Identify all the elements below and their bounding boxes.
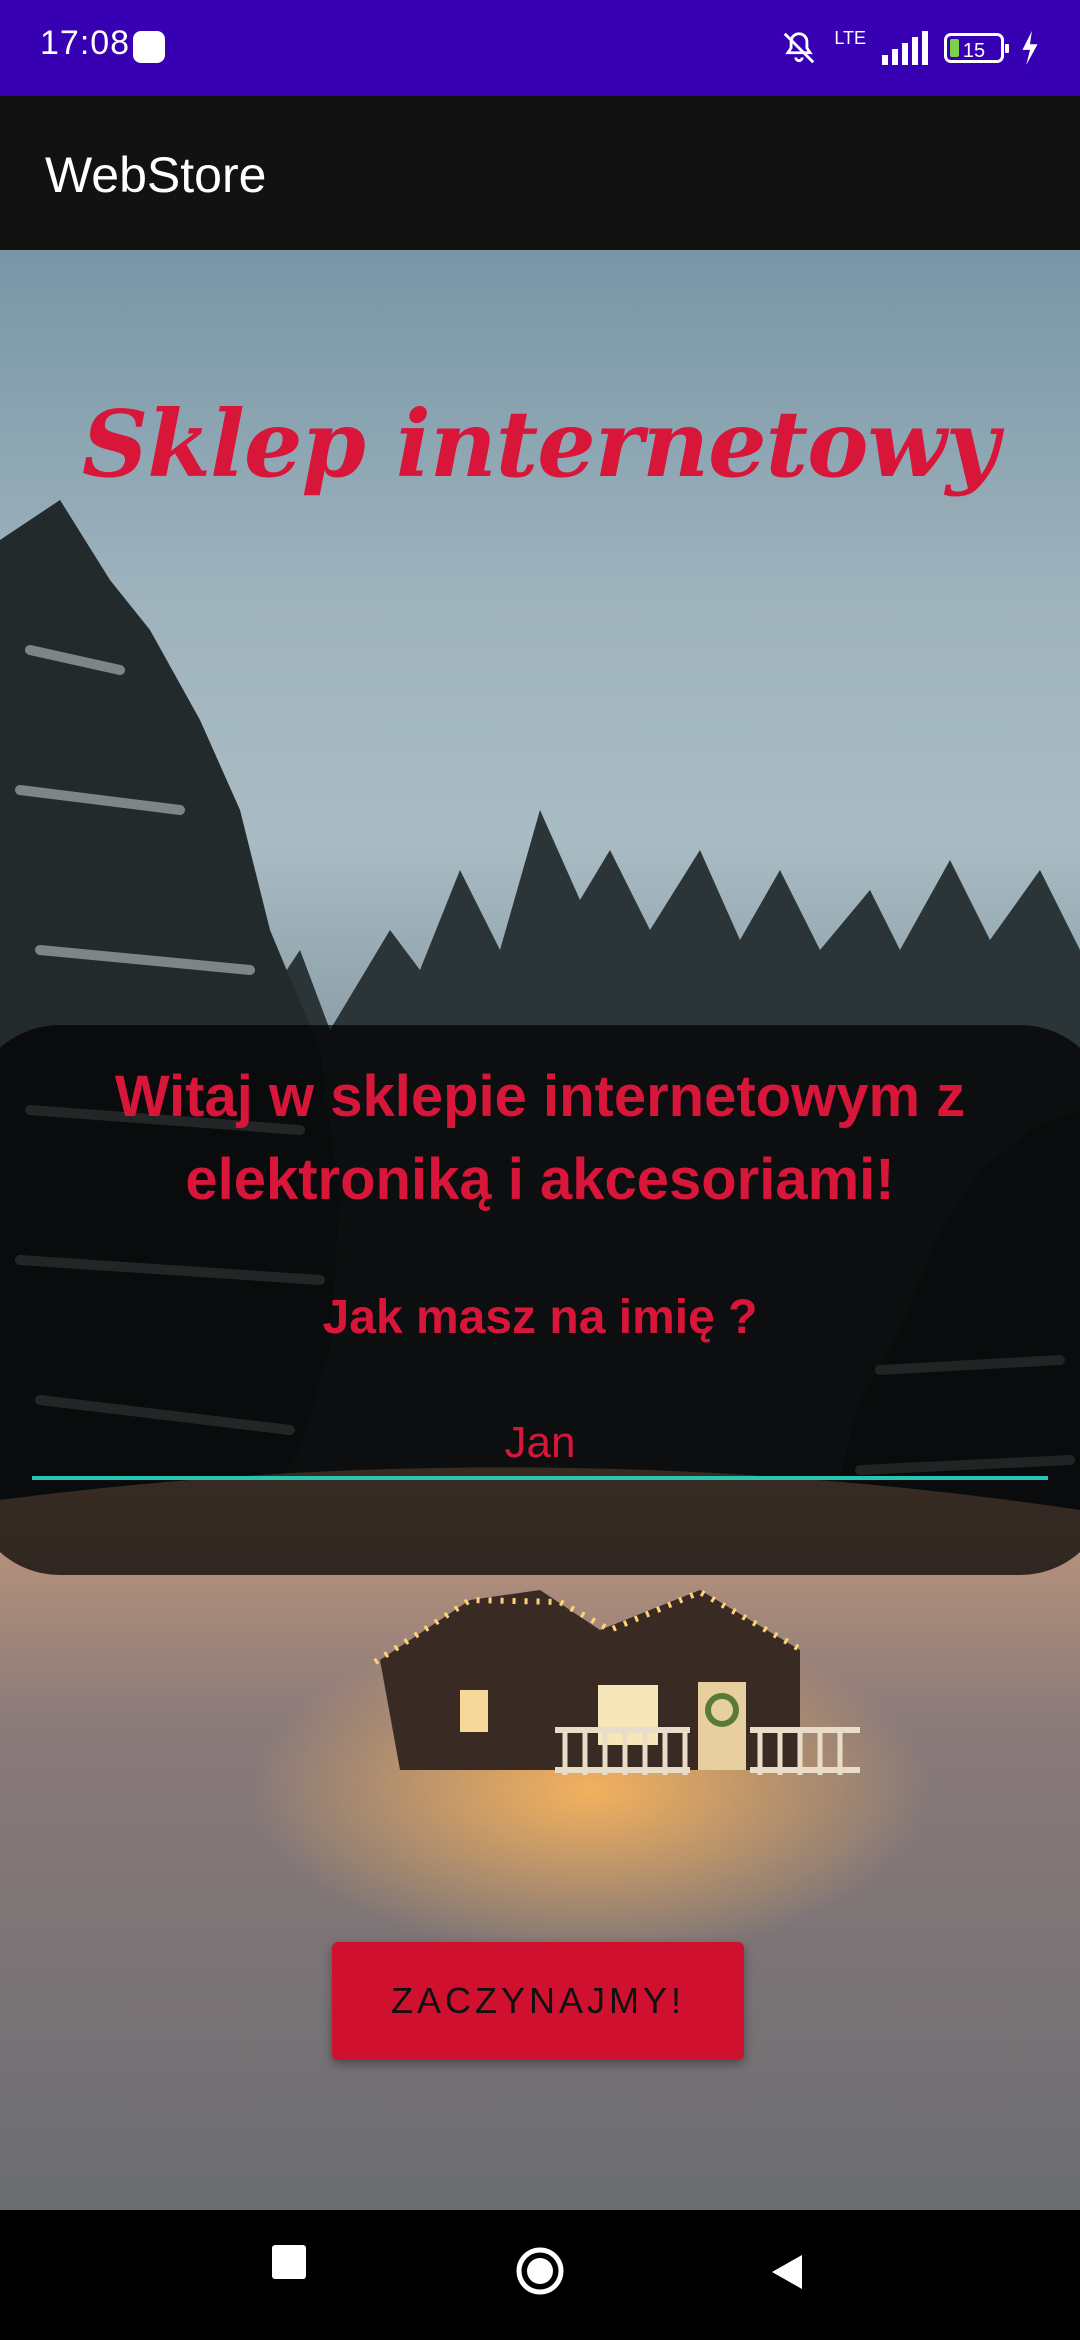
recent-apps-icon[interactable]	[272, 2245, 306, 2279]
name-question: Jak masz na imię ?	[322, 1291, 758, 1344]
start-button[interactable]: ZACZYNAJMY!	[332, 1942, 744, 2060]
charging-icon	[1022, 31, 1038, 65]
store-title: Sklep internetowy	[81, 390, 999, 498]
app-notification-icon	[133, 31, 165, 63]
battery-level: 15	[962, 40, 986, 62]
app-bar: WebStore	[0, 96, 1080, 250]
welcome-message: Witaj w sklepie internetowym z elektroni…	[114, 1064, 966, 1212]
bell-off-icon	[784, 32, 815, 64]
home-icon[interactable]	[514, 2245, 566, 2297]
name-input[interactable]	[32, 1410, 1048, 1480]
status-time: 17:08	[40, 24, 131, 62]
signal-icon	[882, 31, 928, 65]
battery-icon: 15	[944, 33, 1009, 63]
back-icon[interactable]	[768, 2253, 804, 2291]
background-scene: Sklep internetowy Witaj w sklepie intern…	[0, 250, 1080, 2210]
network-type: LTE	[834, 28, 866, 48]
navigation-bar	[0, 2210, 1080, 2340]
status-bar: 17:08 LTE 15	[0, 0, 1080, 96]
status-icons: LTE 15	[780, 22, 1040, 74]
app-title: WebStore	[45, 147, 267, 203]
